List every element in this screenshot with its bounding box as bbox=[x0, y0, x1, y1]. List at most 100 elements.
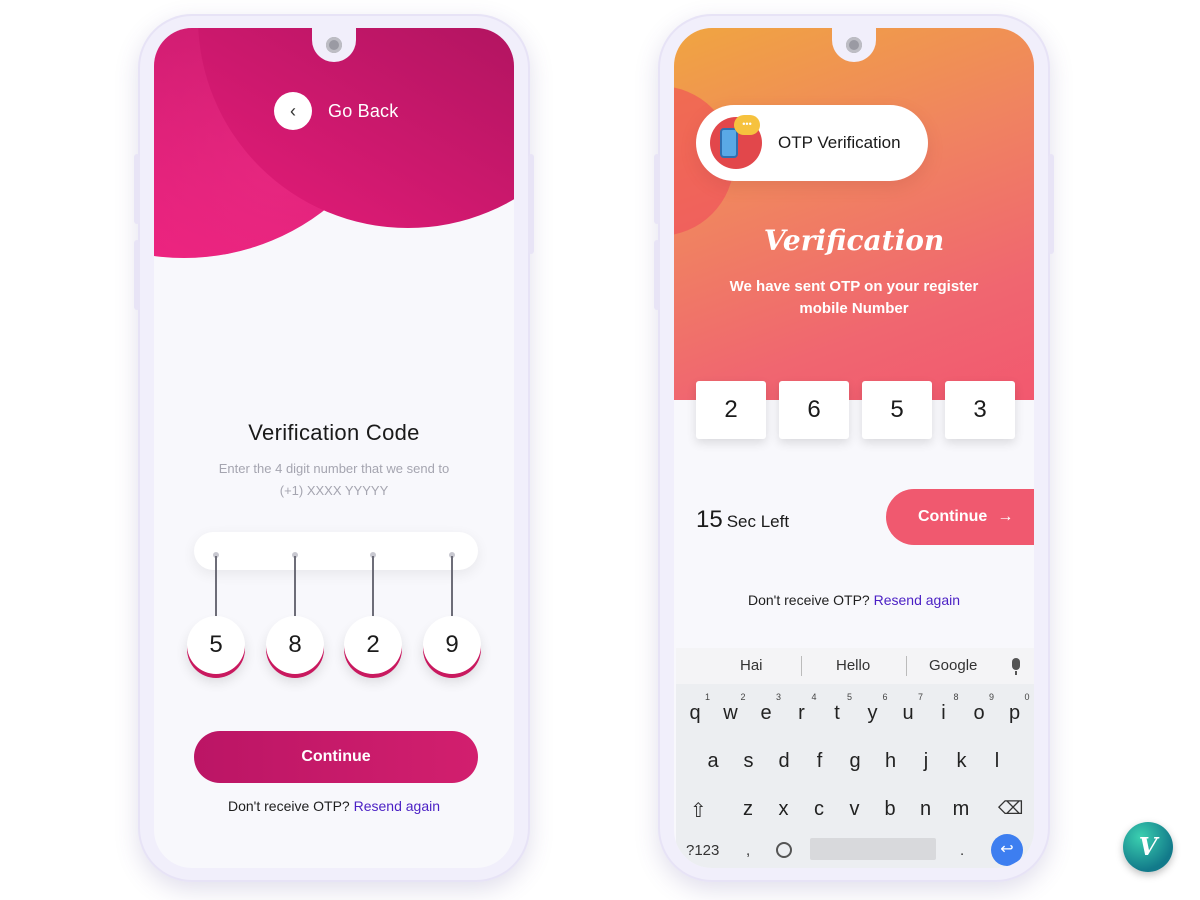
key-i[interactable]: i8 bbox=[927, 692, 961, 725]
key-w[interactable]: w2 bbox=[714, 692, 748, 725]
otp-digit-3[interactable]: 2 bbox=[344, 616, 402, 674]
key-y[interactable]: y6 bbox=[856, 692, 890, 725]
key-label[interactable]: a bbox=[707, 750, 718, 772]
hanger-string bbox=[294, 556, 296, 620]
key-label[interactable]: e bbox=[760, 702, 771, 724]
left-phone-side-button bbox=[134, 240, 140, 310]
suggestion-item[interactable]: Hai bbox=[740, 657, 763, 674]
continue-button[interactable]: Continue bbox=[194, 731, 478, 783]
key-v[interactable]: v bbox=[838, 798, 872, 821]
hanger-string bbox=[451, 556, 453, 620]
go-back-label[interactable]: Go Back bbox=[328, 101, 398, 122]
key-u[interactable]: u7 bbox=[891, 692, 925, 725]
key-t[interactable]: t5 bbox=[820, 692, 854, 725]
resend-again-link[interactable]: Resend again bbox=[354, 798, 440, 814]
phone-number-mask: (+1) XXXX YYYYY bbox=[279, 483, 389, 498]
chevron-left-icon[interactable]: ‹ bbox=[274, 92, 312, 130]
key-n[interactable]: n bbox=[909, 798, 943, 821]
resend-line: Don't receive OTP? Resend again bbox=[154, 798, 514, 814]
key-g[interactable]: g bbox=[838, 750, 872, 773]
key-h[interactable]: h bbox=[874, 750, 908, 773]
stage: ‹ Go Back Verification Code Enter the 4 … bbox=[0, 0, 1200, 900]
period-key[interactable]: . bbox=[960, 842, 964, 859]
key-label[interactable]: o bbox=[973, 702, 984, 724]
otp-digit-4[interactable]: 3 bbox=[945, 381, 1015, 439]
key-label[interactable]: n bbox=[920, 798, 931, 820]
key-label[interactable]: s bbox=[744, 750, 754, 772]
otp-digit-2[interactable]: 8 bbox=[266, 616, 324, 674]
key-r[interactable]: r4 bbox=[785, 692, 819, 725]
key-k[interactable]: k bbox=[945, 750, 979, 773]
key-label[interactable]: m bbox=[953, 798, 970, 820]
backspace-icon[interactable]: ⌫ bbox=[998, 798, 1023, 819]
key-number-hint: 3 bbox=[775, 692, 781, 702]
key-x[interactable]: x bbox=[767, 798, 801, 821]
key-label[interactable]: b bbox=[884, 798, 895, 820]
key-f[interactable]: f bbox=[803, 750, 837, 773]
key-label[interactable]: z bbox=[743, 798, 753, 820]
key-q[interactable]: q1 bbox=[678, 692, 712, 725]
mic-icon[interactable] bbox=[1012, 658, 1020, 675]
key-e[interactable]: e3 bbox=[749, 692, 783, 725]
enter-icon[interactable]: ↩ bbox=[991, 834, 1023, 866]
comma-key[interactable]: , bbox=[746, 842, 750, 859]
continue-button[interactable]: Continue → bbox=[886, 489, 1034, 545]
key-label[interactable]: g bbox=[849, 750, 860, 772]
divider bbox=[906, 656, 907, 676]
otp-digit-4[interactable]: 9 bbox=[423, 616, 481, 674]
timer-label: Sec Left bbox=[726, 512, 790, 531]
key-l[interactable]: l bbox=[980, 750, 1014, 773]
shift-icon[interactable]: ⇧ bbox=[690, 798, 707, 823]
resend-line: Don't receive OTP? Resend again bbox=[674, 592, 1034, 608]
timer-value: 15 bbox=[696, 506, 723, 533]
key-number-hint: 1 bbox=[704, 692, 710, 702]
key-b[interactable]: b bbox=[873, 798, 907, 821]
go-back-button[interactable]: ‹ Go Back bbox=[274, 92, 398, 130]
subtitle-line: Enter the 4 digit number that we send to bbox=[218, 461, 450, 476]
otp-digit-1[interactable]: 2 bbox=[696, 381, 766, 439]
key-label[interactable]: y bbox=[868, 702, 878, 724]
key-z[interactable]: z bbox=[731, 798, 765, 821]
key-p[interactable]: p0 bbox=[998, 692, 1032, 725]
otp-digit-2[interactable]: 6 bbox=[779, 381, 849, 439]
key-label[interactable]: w bbox=[723, 702, 737, 724]
symbols-key[interactable]: ?123 bbox=[686, 842, 719, 859]
key-label[interactable]: i bbox=[941, 702, 945, 724]
key-label[interactable]: k bbox=[957, 750, 967, 772]
key-label[interactable]: j bbox=[924, 750, 928, 772]
key-label[interactable]: h bbox=[885, 750, 896, 772]
emoji-key[interactable] bbox=[776, 842, 792, 858]
otp-hanger-bar bbox=[194, 532, 478, 570]
key-m[interactable]: m bbox=[944, 798, 978, 821]
countdown-timer: 15 Sec Left bbox=[696, 506, 789, 534]
key-label[interactable]: x bbox=[779, 798, 789, 820]
key-label[interactable]: v bbox=[850, 798, 860, 820]
space-key[interactable] bbox=[810, 838, 936, 860]
key-d[interactable]: d bbox=[767, 750, 801, 773]
continue-label[interactable]: Continue bbox=[918, 508, 987, 526]
arrow-right-icon[interactable]: → bbox=[997, 508, 1013, 526]
key-label[interactable]: p bbox=[1009, 702, 1020, 724]
key-label[interactable]: l bbox=[995, 750, 999, 772]
key-label[interactable]: f bbox=[817, 750, 823, 772]
key-label[interactable]: d bbox=[778, 750, 789, 772]
key-label[interactable]: q bbox=[689, 702, 700, 724]
otp-digit-3[interactable]: 5 bbox=[862, 381, 932, 439]
key-s[interactable]: s bbox=[732, 750, 766, 773]
suggestion-item[interactable]: Google bbox=[929, 657, 977, 674]
key-label[interactable]: t bbox=[834, 702, 840, 724]
key-o[interactable]: o9 bbox=[962, 692, 996, 725]
right-phone-frame: ••• OTP Verification Verification We hav… bbox=[654, 14, 1054, 882]
key-c[interactable]: c bbox=[802, 798, 836, 821]
key-label[interactable]: u bbox=[902, 702, 913, 724]
otp-phone-icon: ••• bbox=[710, 115, 762, 169]
camera-icon bbox=[326, 37, 342, 53]
otp-digit-1[interactable]: 5 bbox=[187, 616, 245, 674]
key-label[interactable]: c bbox=[814, 798, 824, 820]
key-label[interactable]: r bbox=[798, 702, 805, 724]
resend-prefix: Don't receive OTP? bbox=[747, 592, 870, 608]
suggestion-item[interactable]: Hello bbox=[836, 657, 870, 674]
resend-again-link[interactable]: Resend again bbox=[874, 592, 960, 608]
key-j[interactable]: j bbox=[909, 750, 943, 773]
key-a[interactable]: a bbox=[696, 750, 730, 773]
